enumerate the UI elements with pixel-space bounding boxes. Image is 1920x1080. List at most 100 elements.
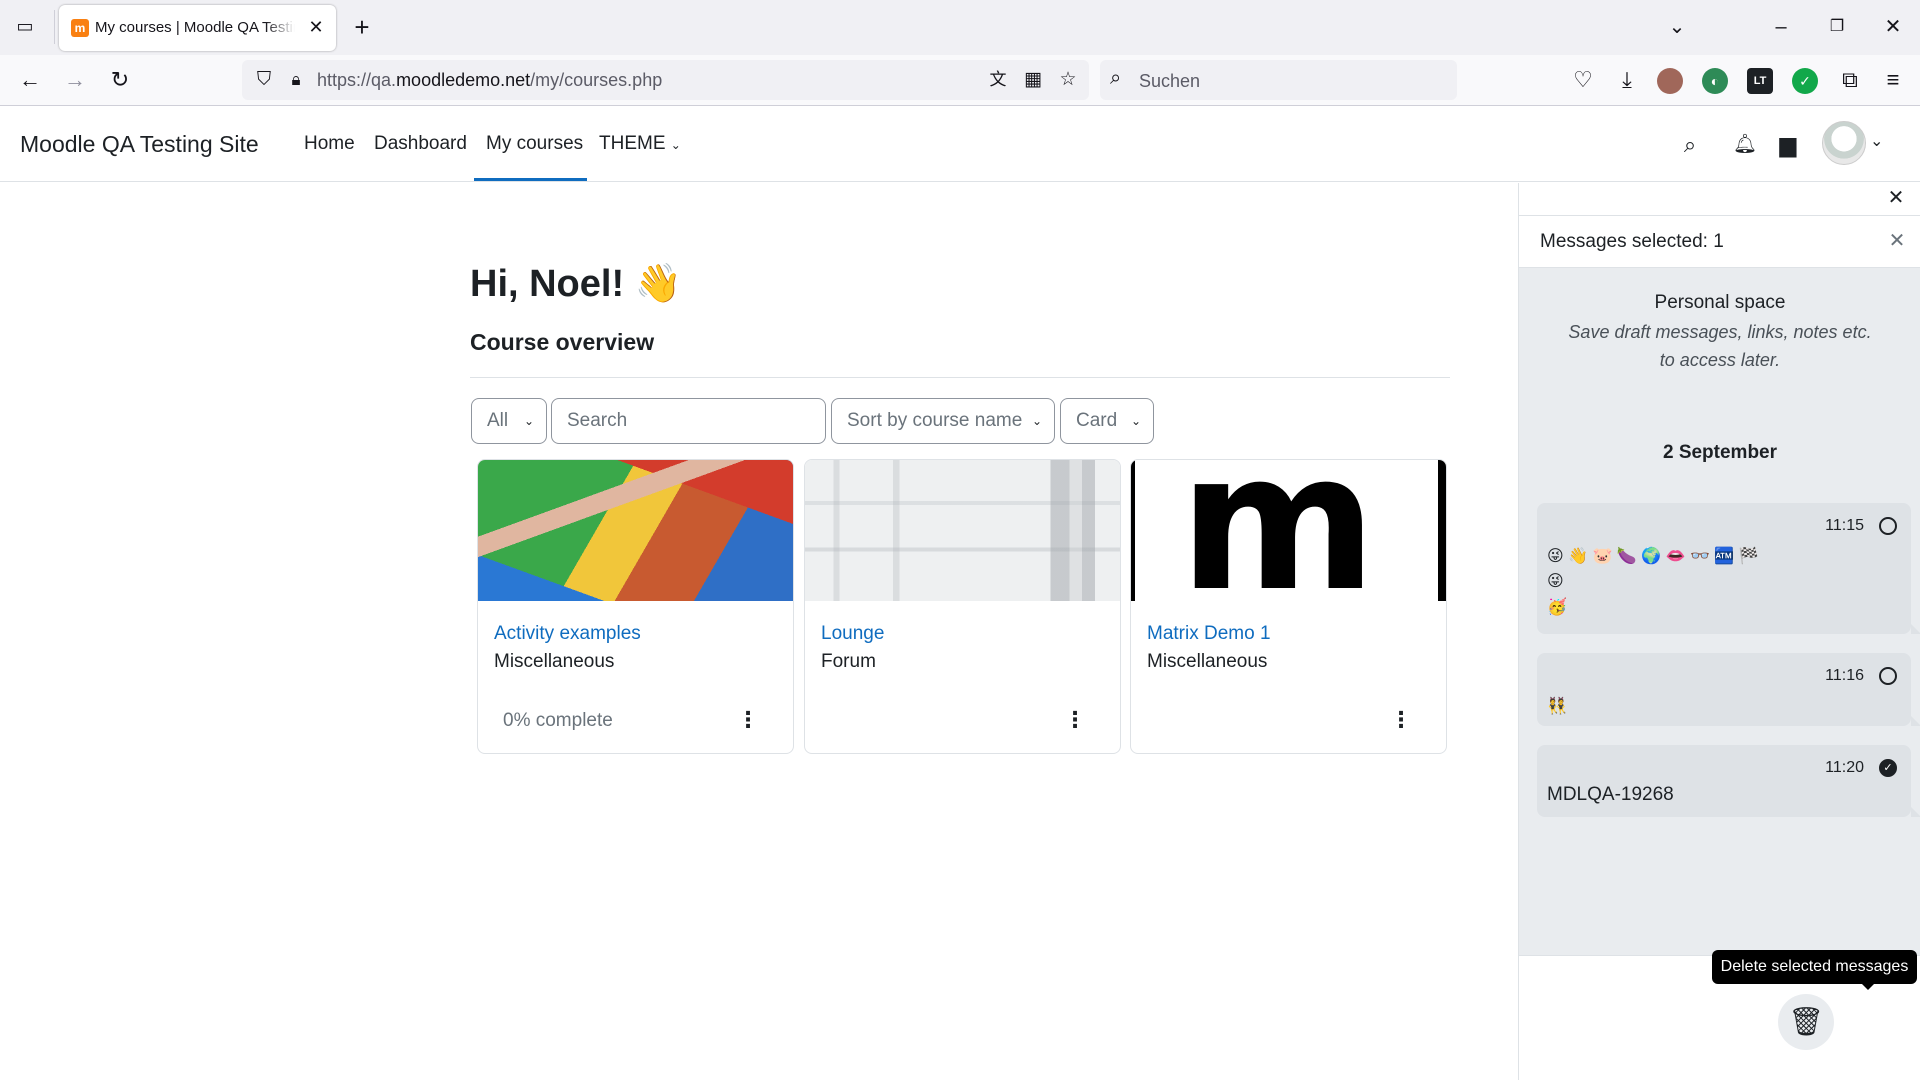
browser-search-bar[interactable]: ⌕ Suchen — [1100, 60, 1457, 100]
url-text[interactable]: https://qa.moodledemo.net/my/courses.php — [317, 70, 662, 91]
sort-value: Sort by course name — [847, 410, 1023, 431]
extension-lt-icon[interactable]: LT — [1747, 68, 1773, 94]
menu-icon[interactable]: ≡ — [1878, 65, 1908, 95]
close-icon[interactable]: ✕ — [1884, 185, 1908, 211]
browser-tab-active[interactable]: m My courses | Moodle QA Testing Site ✕ — [59, 5, 336, 51]
messages-selected-label: Messages selected: 1 — [1540, 231, 1724, 252]
tab-separator — [54, 10, 55, 44]
url-bar[interactable]: ⛉ 🔒︎ https://qa.moodledemo.net/my/course… — [242, 60, 1089, 100]
course-name-link[interactable]: Matrix Demo 1 — [1147, 623, 1271, 645]
course-search-input[interactable]: Search — [551, 398, 826, 444]
chevron-down-icon: ⌄ — [670, 138, 681, 152]
active-nav-indicator — [474, 178, 587, 181]
select-circle-icon[interactable] — [1879, 667, 1897, 685]
chevron-down-icon: ⌄ — [1130, 414, 1141, 428]
course-image[interactable] — [805, 460, 1120, 601]
back-icon[interactable]: ← — [15, 65, 45, 95]
tab-title: My courses | Moodle QA Testing Site — [95, 19, 295, 36]
check-icon[interactable]: ✓ — [1879, 759, 1897, 777]
trash-icon[interactable]: 🗑︎ — [1778, 994, 1834, 1050]
moodle-favicon-icon: m — [71, 19, 89, 37]
chat-icon[interactable]: ▆ — [1773, 130, 1803, 160]
search-icon[interactable]: ⌕ — [1675, 130, 1705, 160]
course-category: Miscellaneous — [1147, 651, 1268, 672]
extension-shield-green-icon[interactable]: ◐ — [1702, 68, 1728, 94]
message-time: 11:15 — [1825, 517, 1864, 534]
extension-avatar-icon[interactable] — [1657, 68, 1683, 94]
cancel-selection-icon[interactable]: ✕ — [1885, 228, 1909, 254]
qr-icon[interactable]: ▦ — [1019, 66, 1047, 94]
download-icon[interactable]: ⤓ — [1612, 65, 1642, 95]
personal-space-title: Personal space — [1654, 292, 1786, 313]
site-name[interactable]: Moodle QA Testing Site — [20, 131, 259, 158]
view-dropdown[interactable]: Card ⌄ — [1060, 398, 1154, 444]
date-heading: 2 September — [1662, 442, 1778, 463]
course-search-placeholder: Search — [567, 410, 628, 431]
conversation-body[interactable]: Personal space Save draft messages, link… — [1519, 268, 1920, 955]
course-image-letter: m — [1179, 459, 1377, 633]
course-card[interactable]: Activity examples Miscellaneous 0% compl… — [477, 459, 794, 754]
page-title: Hi, Noel! 👋 — [470, 263, 682, 305]
personal-space-description: Save draft messages, links, notes etc. t… — [1568, 322, 1872, 370]
course-category: Forum — [821, 651, 876, 672]
divider — [470, 377, 1450, 378]
nav-theme-label: THEME — [599, 133, 666, 154]
message-text: MDLQA-19268 — [1547, 784, 1674, 805]
browser-tab-bar: ▭ m My courses | Moodle QA Testing Site … — [0, 0, 1920, 55]
course-card[interactable]: Lounge Forum ⋮ — [804, 459, 1121, 754]
nav-dashboard[interactable]: Dashboard — [374, 133, 467, 155]
translate-icon[interactable]: 文 — [984, 66, 1012, 94]
course-name-link[interactable]: Lounge — [821, 623, 884, 645]
forward-icon[interactable]: → — [60, 65, 90, 95]
close-icon[interactable]: ✕ — [306, 16, 326, 38]
course-image[interactable] — [478, 460, 793, 601]
moodle-header: Moodle QA Testing Site Home Dashboard My… — [0, 106, 1920, 182]
plus-icon[interactable]: + — [349, 13, 375, 41]
message-time: 11:16 — [1825, 667, 1864, 684]
delete-tooltip: Delete selected messages — [1712, 950, 1917, 990]
sort-dropdown[interactable]: Sort by course name ⌄ — [831, 398, 1055, 444]
browser-nav-bar: ← → ↻ ⛉ 🔒︎ https://qa.moodledemo.net/my/… — [0, 55, 1920, 106]
message-bubble-selected[interactable]: 11:20 ✓ MDLQA-19268 — [1537, 745, 1920, 817]
chevron-down-icon: ⌄ — [523, 414, 534, 428]
extensions-puzzle-icon[interactable]: ⧉ — [1835, 65, 1865, 95]
course-image[interactable]: m — [1131, 460, 1446, 633]
message-bubble[interactable]: 11:16 👯 — [1537, 653, 1920, 726]
filter-dropdown[interactable]: All ⌄ — [471, 398, 547, 444]
avatar[interactable] — [1822, 121, 1866, 165]
restore-icon[interactable]: ❐ — [1822, 13, 1852, 41]
message-line: 👯 — [1547, 698, 1567, 715]
message-bubble[interactable]: 11:15 😜 👋 🐷 🍆 🌍 👄 👓 🏧 🏁 😜 🥳 — [1537, 503, 1920, 634]
kebab-icon[interactable]: ⋮ — [1064, 705, 1086, 735]
minimize-icon[interactable]: – — [1766, 13, 1796, 41]
kebab-icon[interactable]: ⋮ — [1390, 705, 1412, 735]
lock-icon[interactable]: 🔒︎ — [282, 66, 310, 94]
course-progress: 0% complete — [503, 710, 613, 731]
browser-search-placeholder: Suchen — [1139, 71, 1201, 91]
drawer-selection-header: Messages selected: 1 ✕ — [1519, 215, 1920, 268]
kebab-icon[interactable]: ⋮ — [737, 705, 759, 735]
bell-icon[interactable]: 🔔︎ — [1730, 130, 1760, 160]
window-close-icon[interactable]: ✕ — [1878, 13, 1908, 41]
nav-theme[interactable]: THEME ⌄ — [599, 133, 681, 155]
message-time: 11:20 — [1825, 759, 1864, 776]
tab-list-icon[interactable]: ▭ — [12, 16, 38, 40]
view-value: Card — [1076, 410, 1118, 431]
nav-my-courses[interactable]: My courses — [486, 133, 583, 155]
star-icon[interactable]: ☆ — [1054, 66, 1082, 94]
extension-ublock-icon[interactable]: ✓ — [1792, 68, 1818, 94]
shield-icon[interactable]: ⛉ — [250, 66, 278, 94]
pocket-icon[interactable]: ♡ — [1568, 65, 1598, 95]
nav-home[interactable]: Home — [304, 133, 355, 155]
message-line: 😜 — [1547, 573, 1564, 590]
message-drawer: ✕ Messages selected: 1 ✕ Personal space … — [1518, 183, 1920, 1080]
tab-overflow-chevron-icon[interactable]: ⌄ — [1662, 13, 1692, 41]
course-name-link[interactable]: Activity examples — [494, 623, 641, 645]
search-icon: ⌕ — [1110, 67, 1122, 89]
reload-icon[interactable]: ↻ — [105, 65, 135, 95]
course-category: Miscellaneous — [494, 651, 615, 672]
select-circle-icon[interactable] — [1879, 517, 1897, 535]
message-line: 🥳 — [1547, 599, 1567, 616]
course-card[interactable]: m Matrix Demo 1 Miscellaneous ⋮ — [1130, 459, 1447, 754]
chevron-down-icon[interactable]: ⌄ — [1870, 131, 1883, 151]
